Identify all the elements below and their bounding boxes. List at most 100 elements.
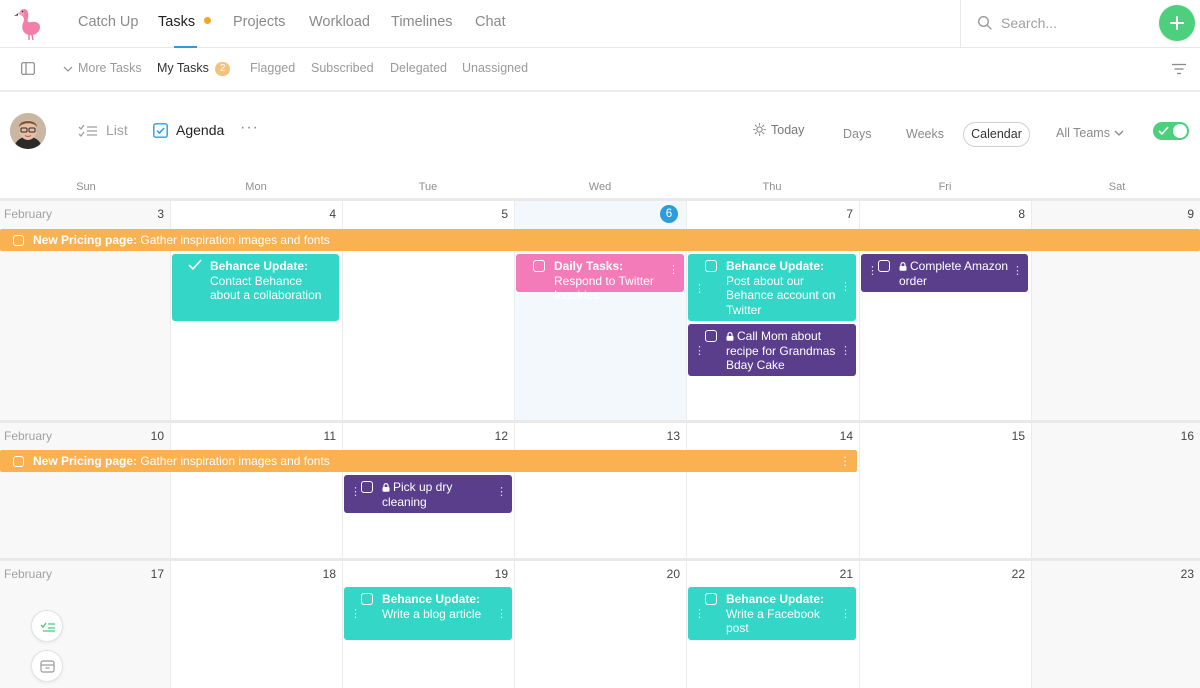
avatar[interactable] <box>10 113 46 149</box>
task-card[interactable]: ⋮ Call Mom about recipe for Grandmas Bda… <box>688 324 856 376</box>
kebab-menu-icon[interactable]: ⋮ <box>840 607 851 622</box>
tab-label: Tasks <box>158 14 196 30</box>
day-number: 21 <box>839 567 853 581</box>
kebab-menu-icon[interactable]: ⋮ <box>496 607 507 622</box>
task-card[interactable]: Daily Tasks: Respond to Twitter Inquirie… <box>516 254 684 302</box>
filter-my-tasks[interactable]: My Tasks 2 <box>157 61 231 76</box>
kebab-menu-icon[interactable]: ⋮ <box>840 344 851 359</box>
day-cell[interactable]: 22 <box>859 561 1031 688</box>
day-cell[interactable]: 18 <box>170 561 342 688</box>
task-title: Pick up dry cleaning <box>382 480 453 509</box>
filter-label: My Tasks <box>157 61 209 75</box>
task-project-label: Behance Update: <box>726 592 825 606</box>
multi-day-task-banner[interactable]: New Pricing page: Gather inspiration ima… <box>0 229 1200 251</box>
day-cell[interactable]: February 17 <box>0 561 170 688</box>
task-checkbox[interactable] <box>13 235 24 246</box>
task-project-label: New Pricing page: <box>33 233 138 247</box>
more-tasks-dropdown[interactable]: More Tasks <box>78 61 142 75</box>
day-cell[interactable]: 23 <box>1031 561 1200 688</box>
day-cell[interactable]: 13 <box>514 423 686 558</box>
filter-flagged[interactable]: Flagged <box>250 61 295 75</box>
range-calendar-button[interactable]: Calendar <box>963 122 1030 147</box>
inbox-fab-button[interactable] <box>31 650 63 682</box>
today-button[interactable]: Today <box>753 123 804 137</box>
task-title: Call Mom about recipe for Grandmas Bday … <box>726 329 836 372</box>
tab-chat[interactable]: Chat <box>475 0 506 46</box>
tasks-fab-button[interactable] <box>31 610 63 642</box>
kebab-menu-icon[interactable]: ⋮ <box>496 485 507 500</box>
weekday-header-mon: Mon <box>245 181 267 193</box>
tab-workload[interactable]: Workload <box>309 0 370 46</box>
day-number: 22 <box>1011 567 1025 581</box>
day-number: 10 <box>150 429 164 443</box>
day-number: 15 <box>1011 429 1025 443</box>
task-title: Contact Behance about a collaboration <box>210 273 322 303</box>
view-list-button[interactable]: List <box>78 122 128 138</box>
task-card[interactable]: ⋮ Pick up dry cleaning ⋮ <box>344 475 512 513</box>
sidebar-panel-icon[interactable] <box>21 62 35 75</box>
task-card[interactable]: ⋮ Behance Update: Write a Facebook post … <box>688 587 856 640</box>
task-title: Complete Amazon order <box>899 259 1009 288</box>
task-card[interactable]: ⋮ Behance Update: Post about our Behance… <box>688 254 856 321</box>
day-cell[interactable]: 16 <box>1031 423 1200 558</box>
drag-handle-icon[interactable]: ⋮ <box>694 344 705 359</box>
task-card[interactable]: Behance Update: Contact Behance about a … <box>172 254 339 321</box>
teams-dropdown[interactable]: All Teams <box>1056 126 1124 140</box>
today-label: Today <box>771 123 805 137</box>
tab-timelines[interactable]: Timelines <box>391 0 453 46</box>
filter-subscribed[interactable]: Subscribed <box>311 61 374 75</box>
calendar-week-1: February 3 4 5 6 7 8 9 New Pricing page: … <box>0 201 1200 420</box>
filter-unassigned[interactable]: Unassigned <box>462 61 528 75</box>
task-checkbox[interactable] <box>361 481 373 493</box>
notification-dot <box>204 17 212 24</box>
drag-handle-icon[interactable]: ⋮ <box>867 264 878 279</box>
drag-handle-icon[interactable]: ⋮ <box>350 485 361 500</box>
day-cell[interactable]: 14 <box>686 423 859 558</box>
task-title: Post about our Behance account on Twitte… <box>726 273 836 317</box>
tab-projects[interactable]: Projects <box>233 0 285 46</box>
month-label: February <box>4 567 53 581</box>
day-number: 19 <box>494 567 508 581</box>
filter-icon[interactable] <box>1171 63 1187 75</box>
kebab-menu-icon[interactable]: ⋮ <box>839 450 851 472</box>
view-agenda-button[interactable]: Agenda <box>153 122 224 138</box>
tab-tasks[interactable]: Tasks <box>158 0 212 48</box>
weekday-header-sat: Sat <box>1108 181 1126 193</box>
task-card[interactable]: ⋮ Complete Amazon order ⋮ <box>861 254 1028 292</box>
drag-handle-icon[interactable]: ⋮ <box>694 607 705 622</box>
kebab-menu-icon[interactable]: ⋮ <box>1012 264 1023 279</box>
day-number: 4 <box>329 207 336 221</box>
my-tasks-count-badge: 2 <box>214 62 231 76</box>
task-checkbox[interactable] <box>533 260 545 272</box>
task-checkbox[interactable] <box>878 260 890 272</box>
multi-day-task-banner[interactable]: New Pricing page: Gather inspiration ima… <box>0 450 857 472</box>
chevron-down-icon <box>63 66 73 72</box>
more-options-button[interactable]: ··· <box>240 119 259 137</box>
kebab-menu-icon[interactable]: ⋮ <box>840 280 851 295</box>
tab-catch-up[interactable]: Catch Up <box>78 0 138 46</box>
drag-handle-icon[interactable]: ⋮ <box>350 607 361 622</box>
top-navigation: Catch Up Tasks Projects Workload Timelin… <box>0 0 1200 48</box>
flamingo-logo-icon[interactable] <box>10 5 48 41</box>
day-cell[interactable]: 20 <box>514 561 686 688</box>
day-cell[interactable]: February 10 <box>0 423 170 558</box>
task-checkbox[interactable] <box>705 260 717 272</box>
range-weeks-button[interactable]: Weeks <box>906 127 944 141</box>
day-cell[interactable]: 15 <box>859 423 1031 558</box>
drag-handle-icon[interactable]: ⋮ <box>694 282 705 297</box>
day-number: 20 <box>666 567 680 581</box>
search-input[interactable] <box>1001 12 1111 34</box>
filter-delegated[interactable]: Delegated <box>390 61 447 75</box>
kebab-menu-icon[interactable]: ⋮ <box>668 263 679 278</box>
task-checkbox[interactable] <box>705 593 717 605</box>
task-checkbox[interactable] <box>705 330 717 342</box>
range-days-button[interactable]: Days <box>843 127 871 141</box>
task-card[interactable]: ⋮ Behance Update: Write a blog article ⋮ <box>344 587 512 640</box>
tab-label: Projects <box>233 14 286 30</box>
day-cell[interactable]: 11 <box>170 423 342 558</box>
task-checkbox[interactable] <box>13 456 24 467</box>
task-checkbox[interactable] <box>361 593 373 605</box>
show-completed-toggle[interactable] <box>1153 122 1189 140</box>
task-title: Gather inspiration images and fonts <box>137 454 330 468</box>
add-task-button[interactable] <box>1159 5 1195 41</box>
